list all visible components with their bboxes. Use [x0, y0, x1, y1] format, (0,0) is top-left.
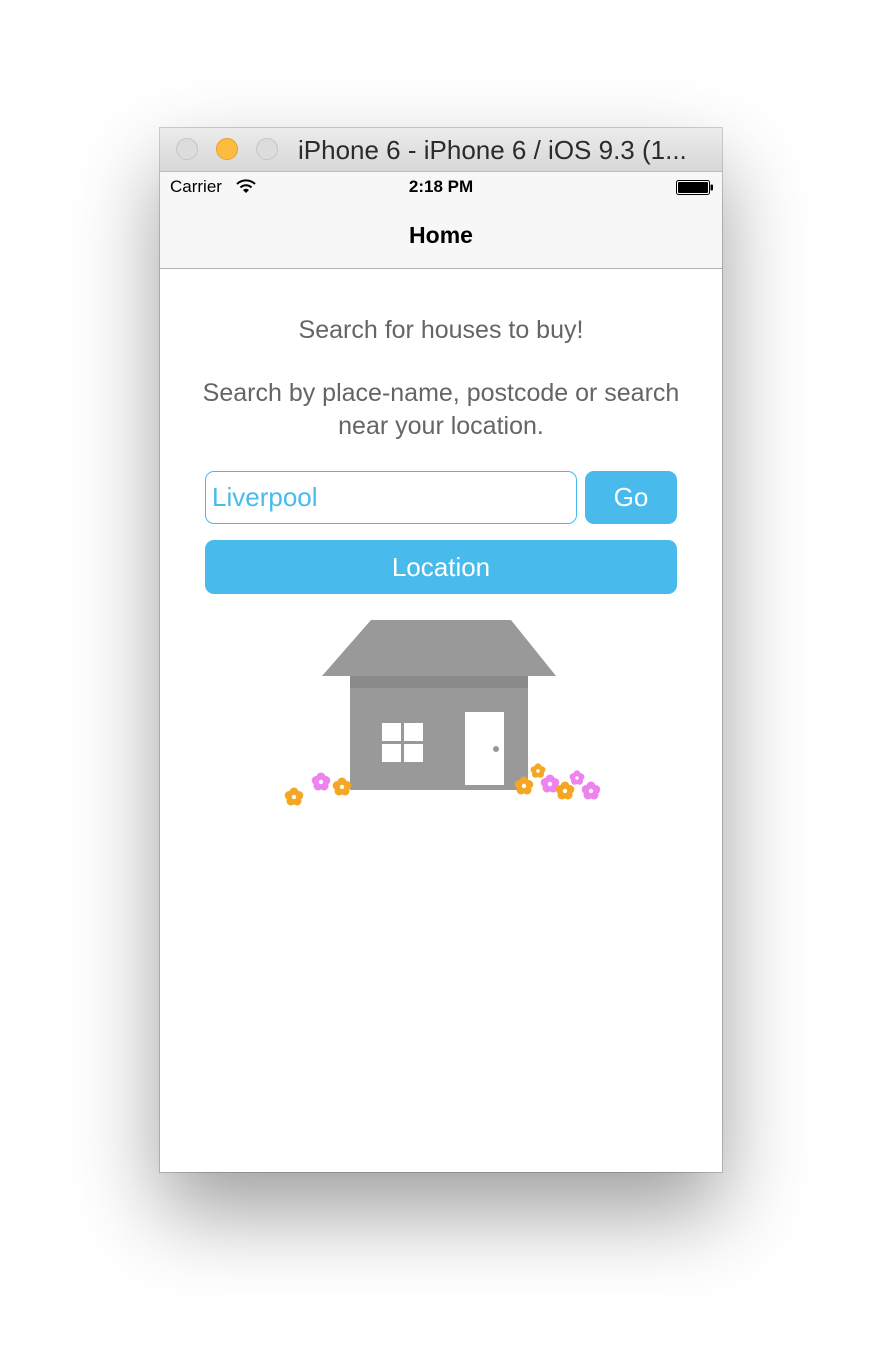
home-content: Search for houses to buy! Search by plac… — [160, 269, 722, 1172]
house-illustration — [284, 620, 601, 806]
close-window-button[interactable] — [176, 138, 198, 160]
status-bar: Carrier 2:18 PM — [160, 172, 722, 202]
window-titlebar[interactable]: iPhone 6 - iPhone 6 / iOS 9.3 (1... — [160, 128, 722, 172]
window-title: iPhone 6 - iPhone 6 / iOS 9.3 (1... — [298, 135, 687, 165]
battery-icon — [676, 180, 713, 195]
search-headline: Search for houses to buy! — [298, 316, 584, 344]
go-button[interactable]: Go — [585, 471, 677, 524]
search-description: Search by place-name, postcode or search… — [202, 379, 680, 440]
house-body — [322, 620, 556, 790]
simulator-window: iPhone 6 - iPhone 6 / iOS 9.3 (1... Carr… — [160, 128, 722, 1172]
minimize-window-button[interactable] — [216, 138, 238, 160]
location-button[interactable]: Location — [205, 540, 677, 594]
page-title: Home — [409, 222, 473, 248]
search-input[interactable] — [205, 471, 577, 524]
status-time: 2:18 PM — [408, 177, 474, 196]
navigation-bar: Home — [160, 202, 722, 269]
zoom-window-button[interactable] — [256, 138, 278, 160]
